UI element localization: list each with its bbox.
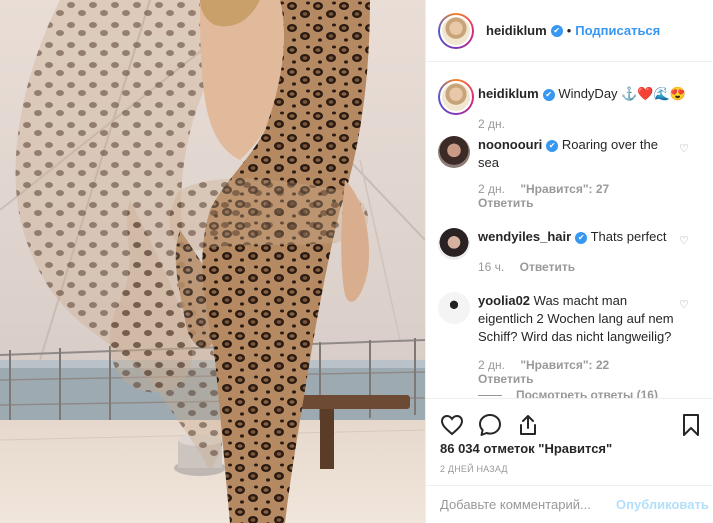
comment-likes[interactable]: "Нравится": 22: [520, 358, 609, 372]
post-sidebar: heidiklum ✔ • Подписаться heidiklum ✔ Win…: [425, 0, 713, 523]
view-replies-label[interactable]: Посмотреть ответы (16): [516, 388, 658, 398]
publish-button[interactable]: Опубликовать: [616, 497, 709, 512]
likes-count[interactable]: 86 034 отметок "Нравится": [426, 439, 713, 456]
comment-text: Thats perfect: [590, 229, 667, 244]
share-icon[interactable]: [516, 413, 540, 437]
heart-icon[interactable]: [440, 413, 464, 437]
commenter-avatar[interactable]: [438, 228, 470, 260]
commenter-avatar[interactable]: [438, 136, 470, 168]
caption-text: WindyDay ⚓❤️🌊😍: [558, 86, 686, 101]
separator-dot: •: [566, 23, 572, 38]
comment-icon[interactable]: [478, 413, 502, 437]
post-photo[interactable]: [0, 0, 425, 523]
verified-icon: ✔: [575, 231, 588, 244]
caption-avatar[interactable]: [438, 79, 474, 115]
commenter-avatar[interactable]: [438, 292, 470, 324]
author-username[interactable]: heidiklum: [486, 23, 547, 38]
caption-time[interactable]: 2 дн.: [478, 117, 505, 131]
comment-likes[interactable]: "Нравится": 27: [520, 182, 609, 196]
comment-time[interactable]: 2 дн.: [478, 182, 505, 196]
add-comment-bar: Опубликовать: [426, 485, 713, 523]
comment-username[interactable]: wendyiles_hair: [478, 229, 571, 244]
verified-icon: ✔: [542, 88, 555, 101]
post-image: [0, 0, 425, 523]
caption: heidiklum ✔ WindyDay ⚓❤️🌊😍 2 дн.: [438, 79, 703, 133]
reply-button[interactable]: Ответить: [478, 196, 533, 210]
reply-button[interactable]: Ответить: [520, 260, 575, 274]
comment-input[interactable]: [440, 497, 616, 512]
bookmark-icon[interactable]: [679, 413, 703, 437]
comment-time[interactable]: 2 дн.: [478, 358, 505, 372]
comment-username[interactable]: yoolia02: [478, 293, 530, 308]
comment-item: yoolia02 Was macht man eigentlich 2 Woch…: [438, 292, 703, 386]
comment-time[interactable]: 16 ч.: [478, 260, 504, 274]
author-avatar[interactable]: [438, 12, 474, 49]
comment-username[interactable]: noonoouri: [478, 137, 542, 152]
post-date[interactable]: 2 ДНЕЙ НАЗАД: [426, 456, 713, 474]
follow-button[interactable]: Подписаться: [575, 23, 660, 38]
post-header: heidiklum ✔ • Подписаться: [426, 0, 713, 62]
caption-username[interactable]: heidiklum: [478, 86, 539, 101]
reply-button[interactable]: Ответить: [478, 372, 533, 386]
comments-list[interactable]: heidiklum ✔ WindyDay ⚓❤️🌊😍 2 дн. noonoour…: [426, 63, 713, 398]
view-replies[interactable]: Посмотреть ответы (16): [438, 388, 703, 398]
comment-like-heart-icon[interactable]: ♡: [679, 298, 689, 311]
instagram-post: heidiklum ✔ • Подписаться heidiklum ✔ Win…: [0, 0, 713, 523]
post-actions: 86 034 отметок "Нравится" 2 ДНЕЙ НАЗАД О…: [426, 398, 713, 523]
verified-icon: ✔: [546, 139, 559, 152]
comment-item: noonoouri ✔ Roaring over the sea 2 дн. "Н…: [438, 136, 703, 210]
verified-icon: ✔: [550, 24, 563, 37]
comment-like-heart-icon[interactable]: ♡: [679, 142, 689, 155]
comment-like-heart-icon[interactable]: ♡: [679, 234, 689, 247]
comment-item: wendyiles_hair ✔ Thats perfect 16 ч. Отве…: [438, 228, 703, 276]
